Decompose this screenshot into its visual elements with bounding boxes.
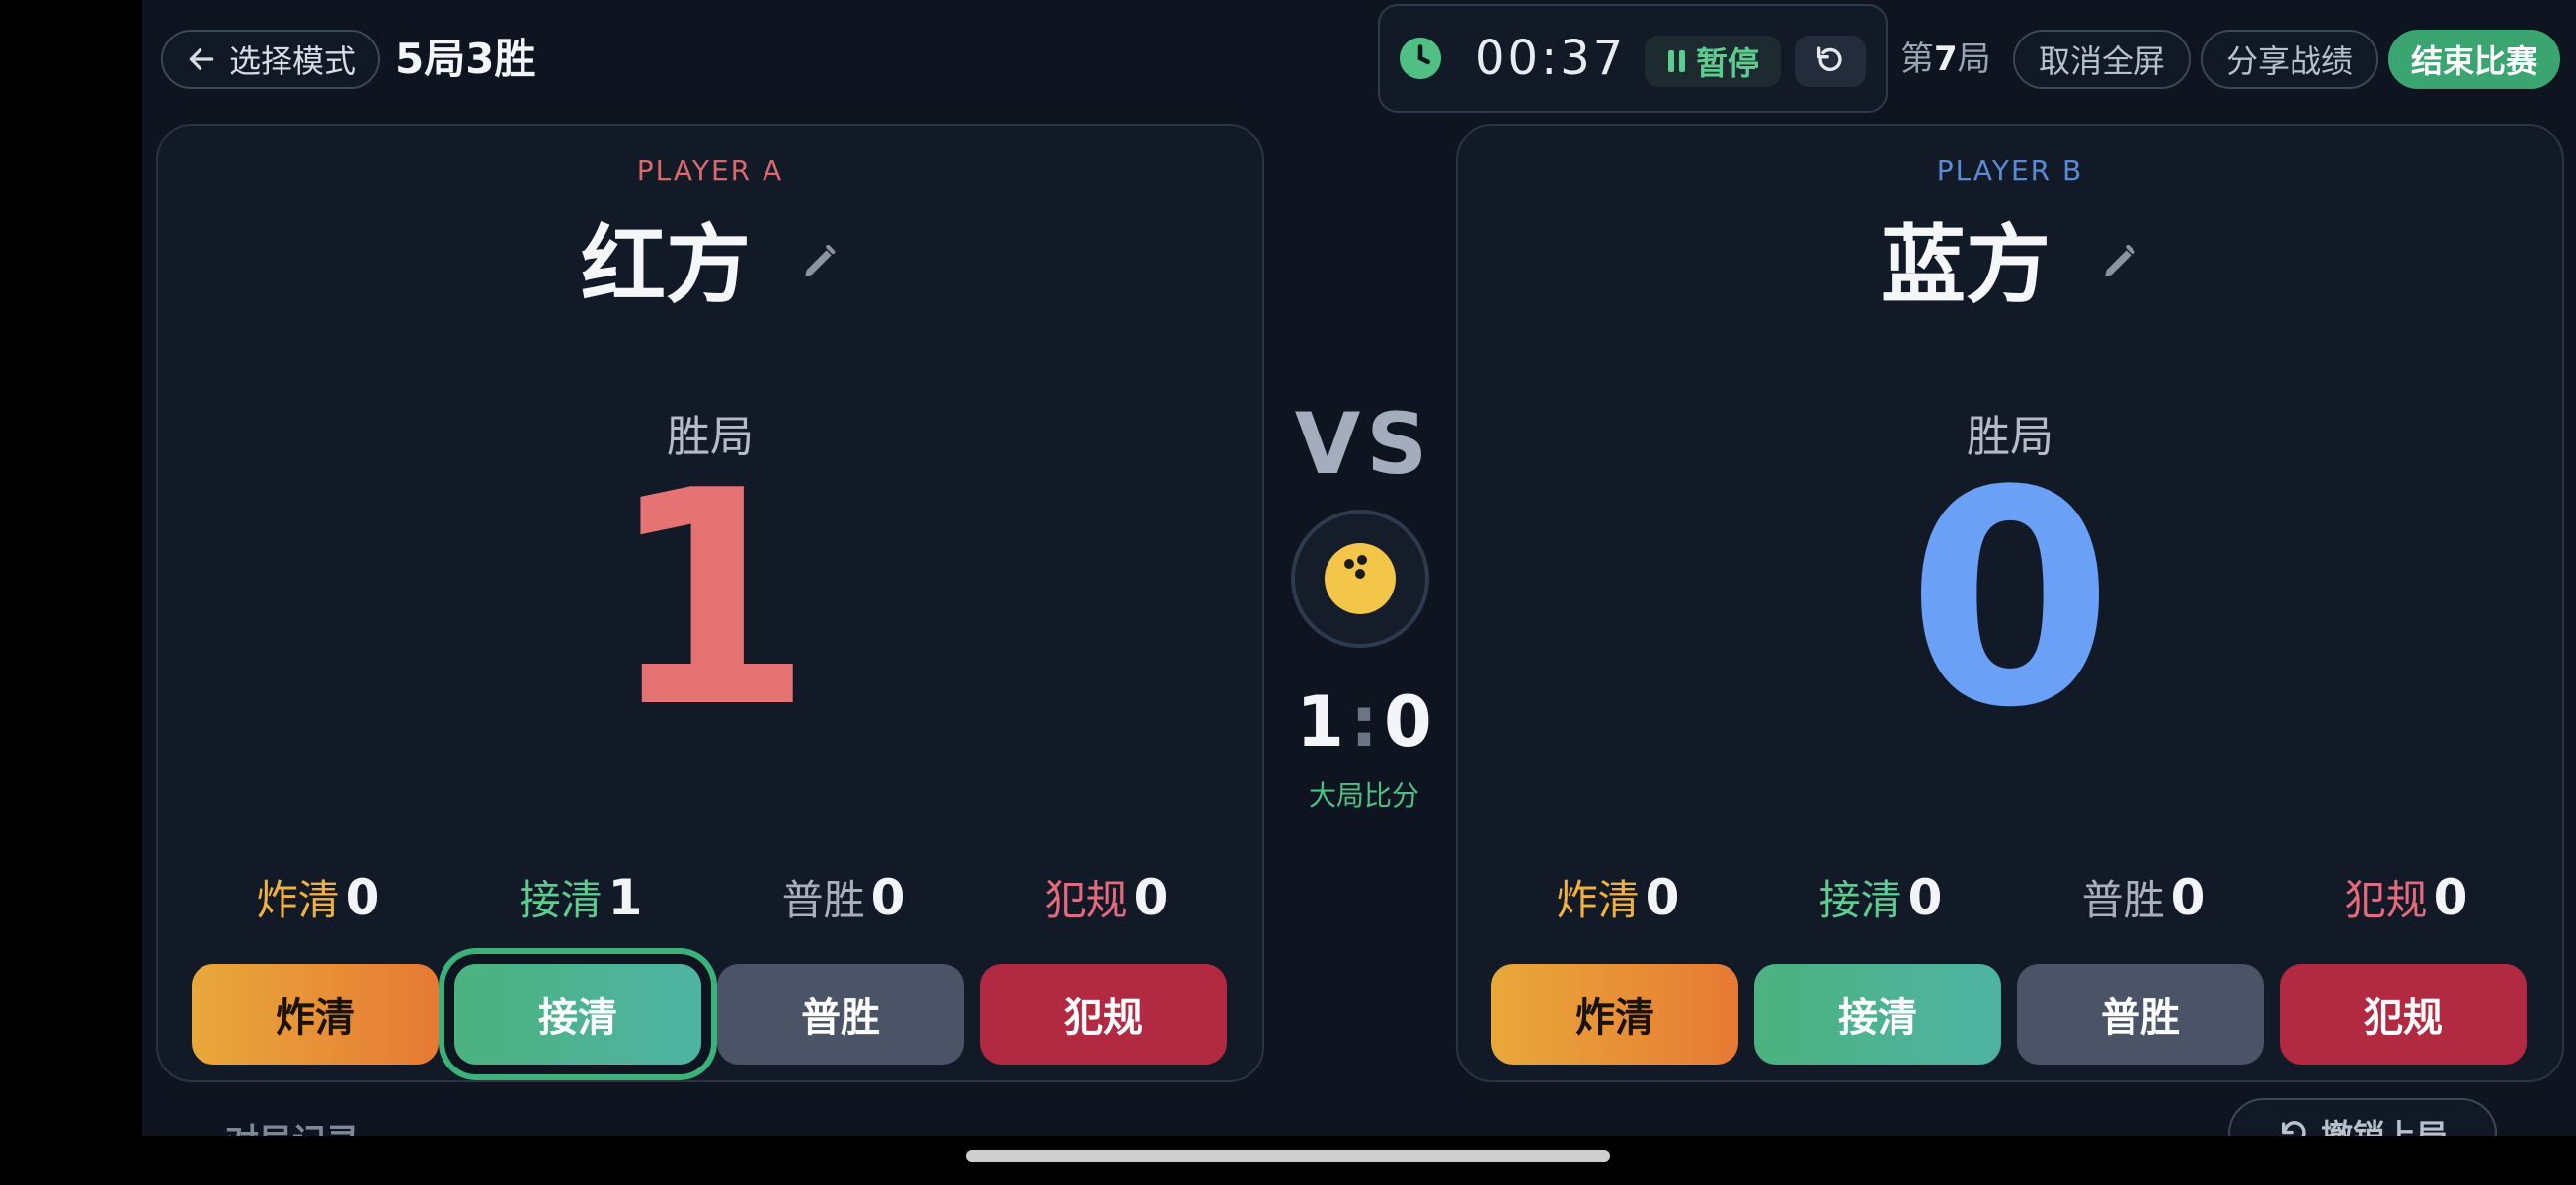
- player-b-stat-foul: 犯规 0: [2278, 867, 2535, 927]
- ball-badge: [1291, 510, 1429, 648]
- stat-value: 0: [2433, 869, 2468, 926]
- home-indicator[interactable]: [966, 1150, 1610, 1162]
- player-a-stat-normal: 普胜 0: [715, 867, 972, 927]
- player-a-name-row: 红方: [158, 196, 1262, 319]
- pause-label: 暂停: [1695, 44, 1759, 82]
- player-a-normal-button[interactable]: 普胜: [717, 964, 964, 1065]
- player-a-stats: 炸清 0 接清 1 普胜 0 犯规 0: [158, 867, 1262, 926]
- stat-label: 接清: [1818, 876, 1902, 924]
- player-b-bomb-button[interactable]: 炸清: [1491, 964, 1738, 1065]
- player-a-stat-catch: 接清 1: [452, 867, 709, 927]
- timer-panel: 00:37 暂停: [1378, 4, 1888, 113]
- undo-label: 撤销上局: [2320, 1117, 2448, 1136]
- player-a-tag: PLAYER A: [636, 154, 784, 187]
- stat-value: 0: [345, 869, 380, 926]
- player-b-tag: PLAYER B: [1936, 154, 2084, 187]
- stat-label: 炸清: [256, 876, 340, 924]
- player-a-card: PLAYER A 红方 胜局 1 炸清 0 接清 1 普胜 0 犯规 0 炸清 接清: [156, 124, 1264, 1082]
- match-history-heading: 对局记录: [225, 1114, 360, 1136]
- exit-fullscreen-button[interactable]: 取消全屏: [2013, 30, 2191, 89]
- timer-display: 00:37: [1475, 31, 1627, 86]
- set-score: 1:0: [1258, 681, 1470, 762]
- round-number: 7: [1934, 40, 1958, 79]
- player-b-stats: 炸清 0 接清 0 普胜 0 犯规 0: [1458, 867, 2562, 926]
- player-b-foul-button[interactable]: 犯规: [2280, 964, 2527, 1065]
- arrow-left-icon: [189, 48, 214, 70]
- player-a-name: 红方: [581, 216, 752, 315]
- player-b-stat-normal: 普胜 0: [2015, 867, 2272, 927]
- reset-timer-button[interactable]: [1795, 36, 1866, 87]
- undo-last-button[interactable]: 撤销上局: [2228, 1098, 2497, 1136]
- mode-title: 5局3胜: [395, 35, 536, 83]
- player-b-score: 0: [1906, 428, 2114, 772]
- stat-label: 炸清: [1556, 876, 1640, 924]
- set-score-a: 1: [1296, 681, 1344, 762]
- player-a-catch-button[interactable]: 接清: [454, 964, 701, 1065]
- stat-value: 0: [2170, 869, 2206, 926]
- end-match-button[interactable]: 结束比赛: [2388, 30, 2560, 89]
- stat-label: 接清: [519, 876, 603, 924]
- reset-icon: [1816, 46, 1842, 72]
- undo-icon: [2281, 1121, 2306, 1136]
- share-results-button[interactable]: 分享战绩: [2201, 30, 2378, 89]
- stat-label: 犯规: [2344, 876, 2428, 924]
- player-b-stat-bomb: 炸清 0: [1489, 867, 1746, 927]
- round-prefix: 第: [1900, 40, 1934, 79]
- round-indicator: 第7局: [1900, 30, 1991, 89]
- player-a-score: 1: [606, 428, 814, 772]
- clock-icon: [1399, 37, 1442, 80]
- set-score-separator: :: [1350, 681, 1378, 762]
- stat-label: 普胜: [2081, 876, 2165, 924]
- scoreboard-app: 选择模式 5局3胜 00:37 暂停 第7局 取消全屏 分享战绩 结束比赛 PL…: [142, 0, 2576, 1136]
- pause-button[interactable]: 暂停: [1645, 36, 1781, 87]
- vs-label: VS: [1294, 395, 1434, 494]
- stat-value: 0: [1907, 869, 1943, 926]
- pause-icon: [1667, 50, 1685, 72]
- player-a-stat-foul: 犯规 0: [978, 867, 1235, 927]
- back-button-label: 选择模式: [228, 42, 356, 80]
- stat-value: 0: [1133, 869, 1168, 926]
- player-a-stat-bomb: 炸清 0: [190, 867, 446, 927]
- bowling-ball-icon: [1325, 543, 1396, 614]
- stat-label: 犯规: [1044, 876, 1128, 924]
- player-b-stat-catch: 接清 0: [1752, 867, 2009, 927]
- player-b-name-row: 蓝方: [1458, 196, 2562, 319]
- round-suffix: 局: [1957, 40, 1991, 79]
- player-b-normal-button[interactable]: 普胜: [2017, 964, 2264, 1065]
- player-b-card: PLAYER B 蓝方 胜局 0 炸清 0 接清 0 普胜 0 犯规 0 炸清 接清: [1456, 124, 2564, 1082]
- pencil-icon[interactable]: [800, 242, 840, 281]
- back-button[interactable]: 选择模式: [161, 30, 380, 89]
- player-b-name: 蓝方: [1881, 216, 2052, 315]
- player-a-bomb-button[interactable]: 炸清: [192, 964, 439, 1065]
- stat-value: 0: [870, 869, 906, 926]
- player-b-catch-button[interactable]: 接清: [1754, 964, 2001, 1065]
- stat-label: 普胜: [781, 876, 865, 924]
- set-score-label: 大局比分: [1308, 779, 1419, 812]
- pencil-icon[interactable]: [2100, 242, 2139, 281]
- set-score-b: 0: [1384, 681, 1432, 762]
- stat-value: 0: [1645, 869, 1680, 926]
- stat-value: 1: [607, 869, 643, 926]
- player-a-foul-button[interactable]: 犯规: [980, 964, 1227, 1065]
